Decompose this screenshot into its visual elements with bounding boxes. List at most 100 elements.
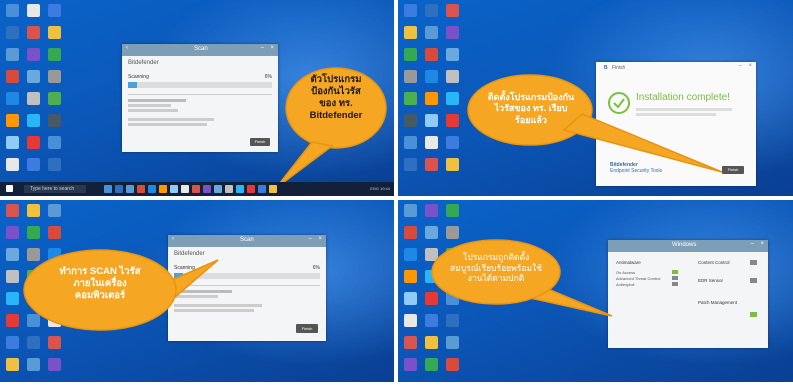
- desktop-shortcut-icon[interactable]: [6, 92, 19, 105]
- taskbar-app-icon[interactable]: [181, 185, 189, 193]
- toggle-on[interactable]: [750, 260, 757, 265]
- desktop-shortcut-icon[interactable]: [27, 92, 40, 105]
- desktop-shortcut-icon[interactable]: [27, 158, 40, 171]
- desktop-shortcut-icon[interactable]: [6, 70, 19, 83]
- desktop-shortcut-icon[interactable]: [446, 336, 459, 349]
- desktop-shortcut-icon[interactable]: [48, 48, 61, 61]
- finish-button[interactable]: Finish: [296, 324, 318, 333]
- desktop-shortcut-icon[interactable]: [48, 136, 61, 149]
- desktop-shortcut-icon[interactable]: [6, 270, 19, 283]
- desktop-shortcut-icon[interactable]: [404, 336, 417, 349]
- desktop-shortcut-icon[interactable]: [404, 92, 417, 105]
- taskbar-app-icon[interactable]: [225, 185, 233, 193]
- desktop-shortcut-icon[interactable]: [6, 26, 19, 39]
- taskbar-app-icon[interactable]: [115, 185, 123, 193]
- close-icon[interactable]: ×: [270, 45, 274, 51]
- minimize-icon[interactable]: –: [739, 63, 742, 69]
- desktop-shortcut-icon[interactable]: [48, 26, 61, 39]
- desktop-shortcut-icon[interactable]: [6, 158, 19, 171]
- desktop-shortcut-icon[interactable]: [27, 358, 40, 371]
- desktop-shortcut-icon[interactable]: [27, 226, 40, 239]
- toggle-on[interactable]: [750, 312, 757, 317]
- taskbar-app-icon[interactable]: [159, 185, 167, 193]
- desktop-shortcut-icon[interactable]: [425, 204, 438, 217]
- desktop-shortcut-icon[interactable]: [48, 204, 61, 217]
- desktop-shortcut-icon[interactable]: [6, 226, 19, 239]
- desktop-shortcut-icon[interactable]: [446, 4, 459, 17]
- desktop-shortcut-icon[interactable]: [6, 358, 19, 371]
- taskbar-app-icon[interactable]: [137, 185, 145, 193]
- desktop-shortcut-icon[interactable]: [6, 136, 19, 149]
- desktop-shortcut-icon[interactable]: [48, 114, 61, 127]
- desktop-shortcut-icon[interactable]: [404, 114, 417, 127]
- desktop-shortcut-icon[interactable]: [425, 92, 438, 105]
- desktop-shortcut-icon[interactable]: [48, 158, 61, 171]
- toggle-on[interactable]: [672, 282, 678, 286]
- desktop-shortcut-icon[interactable]: [6, 4, 19, 17]
- desktop-shortcut-icon[interactable]: [425, 114, 438, 127]
- desktop-shortcut-icon[interactable]: [404, 158, 417, 171]
- desktop-shortcut-icon[interactable]: [48, 358, 61, 371]
- taskbar-app-icon[interactable]: [203, 185, 211, 193]
- desktop-shortcut-icon[interactable]: [6, 48, 19, 61]
- desktop-shortcut-icon[interactable]: [425, 4, 438, 17]
- minimize-icon[interactable]: –: [309, 236, 312, 242]
- toggle-on[interactable]: [672, 270, 678, 274]
- back-icon[interactable]: ‹: [126, 45, 128, 51]
- desktop-shortcut-icon[interactable]: [48, 226, 61, 239]
- desktop-shortcut-icon[interactable]: [425, 48, 438, 61]
- desktop-shortcut-icon[interactable]: [404, 26, 417, 39]
- desktop-shortcut-icon[interactable]: [425, 358, 438, 371]
- desktop-shortcut-icon[interactable]: [425, 70, 438, 83]
- close-icon[interactable]: ×: [318, 236, 322, 242]
- desktop-shortcut-icon[interactable]: [404, 48, 417, 61]
- close-icon[interactable]: ×: [760, 241, 764, 247]
- desktop-shortcut-icon[interactable]: [425, 158, 438, 171]
- desktop-shortcut-icon[interactable]: [404, 70, 417, 83]
- desktop-shortcut-icon[interactable]: [6, 314, 19, 327]
- taskbar-app-icon[interactable]: [104, 185, 112, 193]
- desktop-shortcut-icon[interactable]: [425, 336, 438, 349]
- desktop-shortcut-icon[interactable]: [6, 114, 19, 127]
- taskbar-app-icon[interactable]: [214, 185, 222, 193]
- toggle-on[interactable]: [672, 276, 678, 280]
- desktop-shortcut-icon[interactable]: [6, 292, 19, 305]
- desktop-shortcut-icon[interactable]: [446, 26, 459, 39]
- desktop-shortcut-icon[interactable]: [27, 26, 40, 39]
- desktop-shortcut-icon[interactable]: [446, 358, 459, 371]
- desktop-shortcut-icon[interactable]: [27, 114, 40, 127]
- desktop-shortcut-icon[interactable]: [48, 4, 61, 17]
- desktop-shortcut-icon[interactable]: [27, 136, 40, 149]
- taskbar-app-icon[interactable]: [258, 185, 266, 193]
- desktop-shortcut-icon[interactable]: [48, 92, 61, 105]
- desktop-shortcut-icon[interactable]: [404, 204, 417, 217]
- desktop-shortcut-icon[interactable]: [404, 136, 417, 149]
- desktop-shortcut-icon[interactable]: [6, 336, 19, 349]
- desktop-shortcut-icon[interactable]: [27, 204, 40, 217]
- desktop-shortcut-icon[interactable]: [6, 248, 19, 261]
- desktop-shortcut-icon[interactable]: [27, 70, 40, 83]
- desktop-shortcut-icon[interactable]: [404, 4, 417, 17]
- desktop-shortcut-icon[interactable]: [404, 358, 417, 371]
- taskbar-app-icon[interactable]: [236, 185, 244, 193]
- minimize-icon[interactable]: –: [751, 241, 754, 247]
- taskbar-app-icon[interactable]: [126, 185, 134, 193]
- desktop-shortcut-icon[interactable]: [425, 136, 438, 149]
- taskbar-app-icon[interactable]: [192, 185, 200, 193]
- toggle-on[interactable]: [750, 278, 757, 283]
- start-icon[interactable]: [6, 185, 13, 192]
- taskbar-app-icon[interactable]: [148, 185, 156, 193]
- desktop-shortcut-icon[interactable]: [446, 204, 459, 217]
- desktop-shortcut-icon[interactable]: [27, 4, 40, 17]
- desktop-shortcut-icon[interactable]: [425, 26, 438, 39]
- desktop-shortcut-icon[interactable]: [446, 48, 459, 61]
- taskbar-app-icon[interactable]: [247, 185, 255, 193]
- desktop-shortcut-icon[interactable]: [27, 48, 40, 61]
- taskbar-app-icon[interactable]: [269, 185, 277, 193]
- close-icon[interactable]: ×: [748, 63, 752, 69]
- minimize-icon[interactable]: –: [261, 45, 264, 51]
- taskbar-app-icon[interactable]: [170, 185, 178, 193]
- desktop-shortcut-icon[interactable]: [48, 70, 61, 83]
- taskbar-search[interactable]: Type here to search: [24, 185, 86, 193]
- desktop-shortcut-icon[interactable]: [6, 204, 19, 217]
